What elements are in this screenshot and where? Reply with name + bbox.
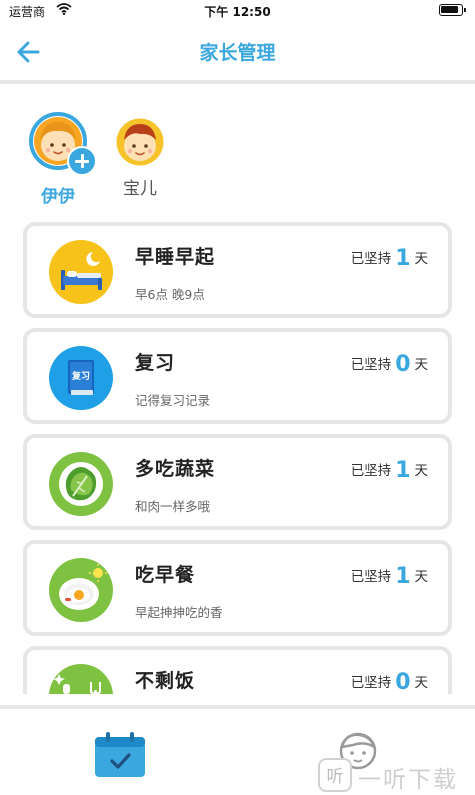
child-name: 伊伊 xyxy=(41,187,75,207)
streak-prefix: 已坚持 xyxy=(350,675,392,691)
habit-card-sleep[interactable]: 早睡早起 早6点 晚9点 已坚持 1 天 xyxy=(23,222,452,318)
habit-name: 多吃蔬菜 xyxy=(135,458,216,480)
watermark-logo-text: 听 xyxy=(327,767,344,787)
status-bar: 运营商 下午 12:50 xyxy=(0,0,475,22)
watermark: 听 一听下载 xyxy=(318,758,474,793)
child-selector-yiyi[interactable]: 伊伊 xyxy=(22,112,97,207)
review-book-icon: 复习 xyxy=(49,346,113,410)
habit-card-breakfast[interactable]: 吃早餐 早起抻抻吃的香 已坚持 1 天 xyxy=(23,540,452,636)
streak-counter: 已坚持 0 天 xyxy=(350,350,429,377)
streak-counter: 已坚持 0 天 xyxy=(350,668,429,694)
habit-name: 复习 xyxy=(135,352,176,374)
habit-name: 吃早餐 xyxy=(135,564,196,586)
tab-calendar[interactable] xyxy=(92,731,148,779)
tab-bar: 听 一听下载 xyxy=(0,709,475,795)
streak-value: 1 xyxy=(395,458,411,483)
streak-counter: 已坚持 1 天 xyxy=(350,244,429,271)
streak-prefix: 已坚持 xyxy=(350,569,392,585)
streak-value: 1 xyxy=(395,246,411,271)
streak-counter: 已坚持 1 天 xyxy=(350,562,429,589)
streak-suffix: 天 xyxy=(414,251,429,267)
streak-prefix: 已坚持 xyxy=(350,463,392,479)
status-time: 下午 12:50 xyxy=(204,5,271,19)
habit-description: 早起抻抻吃的香 xyxy=(135,605,223,620)
habit-description: 早6点 晚9点 xyxy=(135,287,205,302)
streak-prefix: 已坚持 xyxy=(350,251,392,267)
streak-prefix: 已坚持 xyxy=(350,357,392,373)
streak-value: 1 xyxy=(395,564,411,589)
streak-value: 0 xyxy=(395,670,411,694)
streak-suffix: 天 xyxy=(414,675,429,691)
child-avatar xyxy=(29,112,97,176)
lettuce-icon xyxy=(49,452,113,516)
habit-list[interactable]: 早睡早起 早6点 晚9点 已坚持 1 天 复习 复习 记得复习记录 已坚持 0 天 xyxy=(0,218,475,694)
calendar-check-icon xyxy=(95,732,145,777)
streak-counter: 已坚持 1 天 xyxy=(350,456,429,483)
child-avatar xyxy=(116,118,164,166)
child-name: 宝儿 xyxy=(123,179,157,199)
habit-name: 早睡早起 xyxy=(135,246,216,268)
bed-moon-icon xyxy=(49,240,113,304)
child-selector-baoer[interactable]: 宝儿 xyxy=(110,118,170,199)
boy-face-icon xyxy=(116,118,164,166)
breakfast-plate-icon xyxy=(49,558,113,622)
habit-card-review[interactable]: 复习 复习 记得复习记录 已坚持 0 天 xyxy=(23,328,452,424)
habit-card-vegetables[interactable]: 多吃蔬菜 和肉一样多哦 已坚持 1 天 xyxy=(23,434,452,530)
watermark-logo-icon: 听 xyxy=(318,758,352,792)
add-child-icon[interactable] xyxy=(67,146,97,176)
watermark-text: 一听下载 xyxy=(358,767,458,793)
nav-bar: 家长管理 xyxy=(0,22,475,80)
habit-name: 不剩饭 xyxy=(135,670,196,692)
streak-suffix: 天 xyxy=(414,569,429,585)
streak-suffix: 天 xyxy=(414,463,429,479)
battery-icon xyxy=(439,4,466,16)
page-title: 家长管理 xyxy=(199,42,276,64)
habit-description: 和肉一样多哦 xyxy=(135,499,211,514)
streak-value: 0 xyxy=(395,352,411,377)
streak-suffix: 天 xyxy=(414,357,429,373)
habit-card-clean-plate[interactable]: 不剩饭 已坚持 0 天 xyxy=(23,646,452,694)
plate-utensils-icon xyxy=(49,664,113,694)
book-label: 复习 xyxy=(71,370,90,382)
nav-divider xyxy=(0,80,475,84)
habit-description: 记得复习记录 xyxy=(135,393,211,408)
